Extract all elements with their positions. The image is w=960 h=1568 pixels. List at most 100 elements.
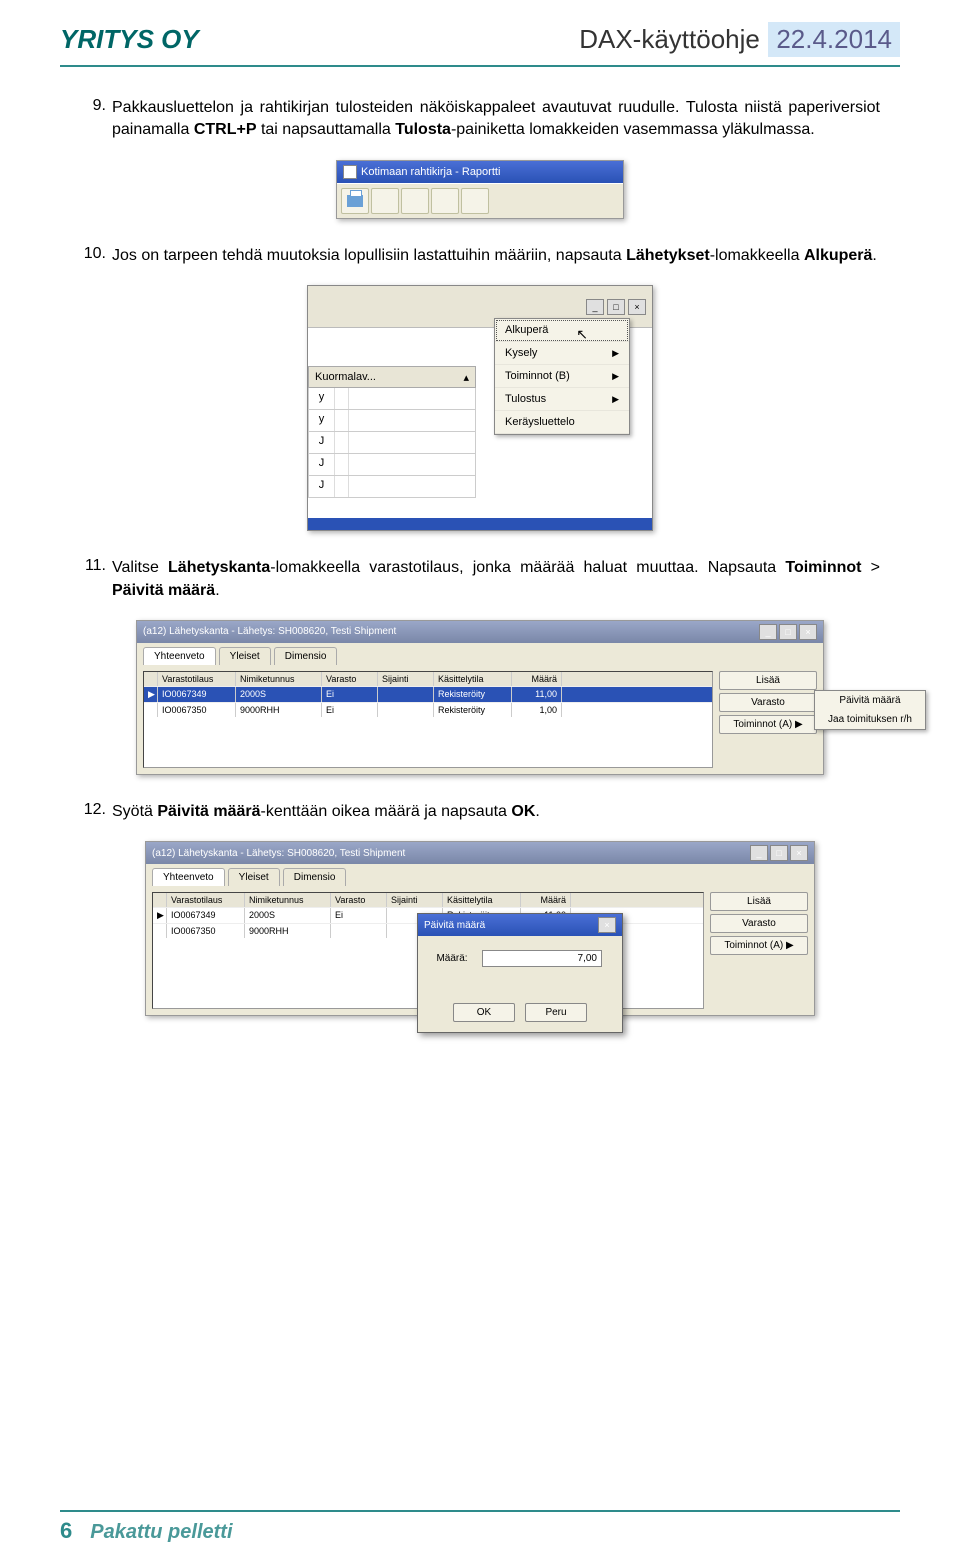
row-indicator-icon: ▶ bbox=[144, 687, 158, 702]
minimize-button[interactable]: _ bbox=[759, 624, 777, 640]
page-number: 6 bbox=[60, 1518, 72, 1544]
order-table: Varastotilaus Nimiketunnus Varasto Sijai… bbox=[143, 671, 713, 768]
step-number: 9. bbox=[80, 97, 112, 142]
menu-item-toiminnot[interactable]: Toiminnot (B)▶ bbox=[495, 365, 629, 388]
menu-item-tulostus[interactable]: Tulostus▶ bbox=[495, 388, 629, 411]
maximize-button[interactable]: □ bbox=[779, 624, 797, 640]
col-header: Varastotilaus bbox=[167, 893, 245, 907]
tab-dimensio[interactable]: Dimensio bbox=[283, 868, 347, 886]
dialog-title: Päivitä määrä bbox=[424, 920, 485, 931]
col-header: Määrä bbox=[521, 893, 571, 907]
toolbar-button[interactable] bbox=[461, 188, 489, 214]
page-header: YRITYS OY DAX-käyttöohje 22.4.2014 bbox=[0, 0, 960, 65]
step-10: 10. Jos on tarpeen tehdä muutoksia lopul… bbox=[80, 245, 880, 267]
table-row[interactable]: IO0067350 9000RHH Ei Rekisteröity 1,00 bbox=[144, 702, 712, 717]
varasto-button[interactable]: Varasto bbox=[710, 914, 808, 933]
step-text: Syötä Päivitä määrä-kenttään oikea määrä… bbox=[112, 801, 880, 823]
minimize-button[interactable]: _ bbox=[586, 299, 604, 315]
maximize-button[interactable]: □ bbox=[770, 845, 788, 861]
maara-label: Määrä: bbox=[430, 953, 474, 964]
toiminnot-button[interactable]: Toiminnot (A) ▶ bbox=[719, 715, 817, 734]
tab-yleiset[interactable]: Yleiset bbox=[219, 647, 271, 665]
window-title: (a12) Lähetyskanta - Lähetys: SH008620, … bbox=[152, 848, 405, 859]
step-number: 12. bbox=[80, 801, 112, 823]
window-titlebar: (a12) Lähetyskanta - Lähetys: SH008620, … bbox=[137, 621, 823, 643]
window-icon bbox=[343, 165, 357, 179]
col-header: Käsittelytila bbox=[443, 893, 521, 907]
col-header: Määrä bbox=[512, 672, 562, 686]
tab-yhteenveto[interactable]: Yhteenveto bbox=[152, 868, 225, 886]
col-header: Käsittelytila bbox=[434, 672, 512, 686]
toolbar-button[interactable] bbox=[371, 188, 399, 214]
menu-item-alkupera[interactable]: Alkuperä bbox=[495, 319, 629, 342]
screenshot-3: (a12) Lähetyskanta - Lähetys: SH008620, … bbox=[80, 620, 880, 775]
grid-row: y bbox=[308, 410, 476, 432]
menu-item-keraysluettelo[interactable]: Keräysluettelo bbox=[495, 411, 629, 434]
tab-dimensio[interactable]: Dimensio bbox=[274, 647, 338, 665]
col-header: Varastotilaus bbox=[158, 672, 236, 686]
window-title: Kotimaan rahtikirja - Raportti bbox=[361, 166, 500, 178]
window-controls: _ □ × bbox=[759, 624, 817, 640]
window-controls: _ □ × bbox=[750, 845, 808, 861]
window-titlebar: Kotimaan rahtikirja - Raportti bbox=[337, 161, 623, 183]
col-header: Nimiketunnus bbox=[245, 893, 331, 907]
form-with-context-menu: _ □ × Kuormalav... ▴ y y J J J Alkuperä … bbox=[307, 285, 653, 531]
maximize-button[interactable]: □ bbox=[607, 299, 625, 315]
field-row: Määrä: bbox=[430, 950, 610, 967]
toolbar-button[interactable] bbox=[431, 188, 459, 214]
toiminnot-button[interactable]: Toiminnot (A) ▶ bbox=[710, 936, 808, 955]
tabs: Yhteenveto Yleiset Dimensio bbox=[146, 864, 814, 886]
step-text: Pakkausluettelon ja rahtikirjan tulostei… bbox=[112, 97, 880, 142]
step-12: 12. Syötä Päivitä määrä-kenttään oikea m… bbox=[80, 801, 880, 823]
menu-item-kysely[interactable]: Kysely▶ bbox=[495, 342, 629, 365]
printer-icon bbox=[347, 195, 363, 207]
cancel-button[interactable]: Peru bbox=[525, 1003, 587, 1022]
close-button[interactable]: × bbox=[628, 299, 646, 315]
dialog-buttons: OK Peru bbox=[418, 997, 622, 1032]
maara-input[interactable] bbox=[482, 950, 602, 967]
step-text: Valitse Lähetyskanta-lomakkeella varasto… bbox=[112, 557, 880, 602]
selection-bar bbox=[308, 518, 652, 530]
step-number: 10. bbox=[80, 245, 112, 267]
footer-label: Pakattu pelletti bbox=[90, 1521, 232, 1544]
paivita-maara-dialog: Päivitä määrä × Määrä: OK Peru bbox=[417, 913, 623, 1033]
menu-item-paivita-maara[interactable]: Päivitä määrä bbox=[815, 691, 925, 710]
scroll-up-icon[interactable]: ▴ bbox=[463, 371, 469, 384]
print-button[interactable] bbox=[341, 188, 369, 214]
company-name: YRITYS OY bbox=[60, 24, 199, 55]
grid-row: J bbox=[308, 432, 476, 454]
submenu-arrow-icon: ▶ bbox=[612, 394, 619, 405]
grid-row: J bbox=[308, 476, 476, 498]
context-menu: Alkuperä Kysely▶ Toiminnot (B)▶ Tulostus… bbox=[494, 318, 630, 435]
close-button[interactable]: × bbox=[799, 624, 817, 640]
lisaa-button[interactable]: Lisää bbox=[719, 671, 817, 690]
dialog-close-button[interactable]: × bbox=[598, 917, 616, 933]
col-header: Varasto bbox=[322, 672, 378, 686]
toolbar-button[interactable] bbox=[401, 188, 429, 214]
report-window: Kotimaan rahtikirja - Raportti bbox=[336, 160, 624, 219]
toolbar bbox=[337, 183, 623, 218]
screenshot-4: (a12) Lähetyskanta - Lähetys: SH008620, … bbox=[80, 841, 880, 1016]
ok-button[interactable]: OK bbox=[453, 1003, 515, 1022]
form-body: Varastotilaus Nimiketunnus Varasto Sijai… bbox=[137, 665, 823, 774]
tab-yleiset[interactable]: Yleiset bbox=[228, 868, 280, 886]
lisaa-button[interactable]: Lisää bbox=[710, 892, 808, 911]
close-button[interactable]: × bbox=[790, 845, 808, 861]
page-footer: 6 Pakattu pelletti bbox=[60, 1510, 900, 1544]
row-indicator-icon: ▶ bbox=[153, 908, 167, 923]
tabs: Yhteenveto Yleiset Dimensio bbox=[137, 643, 823, 665]
minimize-button[interactable]: _ bbox=[750, 845, 768, 861]
lahetyskanta-window: (a12) Lähetyskanta - Lähetys: SH008620, … bbox=[136, 620, 824, 775]
submenu-arrow-icon: ▶ bbox=[612, 348, 619, 359]
table-row[interactable]: ▶ IO0067349 2000S Ei Rekisteröity 11,00 bbox=[144, 686, 712, 702]
toiminnot-submenu: Päivitä määrä Jaa toimituksen r/h bbox=[814, 690, 926, 730]
varasto-button[interactable]: Varasto bbox=[719, 693, 817, 712]
table-header-row: Varastotilaus Nimiketunnus Varasto Sijai… bbox=[144, 672, 712, 686]
screenshot-1: Kotimaan rahtikirja - Raportti bbox=[80, 160, 880, 219]
tab-yhteenveto[interactable]: Yhteenveto bbox=[143, 647, 216, 665]
grid-header: Kuormalav... ▴ bbox=[308, 366, 476, 388]
menu-item-jaa-toimituksen[interactable]: Jaa toimituksen r/h bbox=[815, 710, 925, 729]
header-right: DAX-käyttöohje 22.4.2014 bbox=[579, 22, 900, 57]
step-11: 11. Valitse Lähetyskanta-lomakkeella var… bbox=[80, 557, 880, 602]
step-text: Jos on tarpeen tehdä muutoksia lopullisi… bbox=[112, 245, 880, 267]
